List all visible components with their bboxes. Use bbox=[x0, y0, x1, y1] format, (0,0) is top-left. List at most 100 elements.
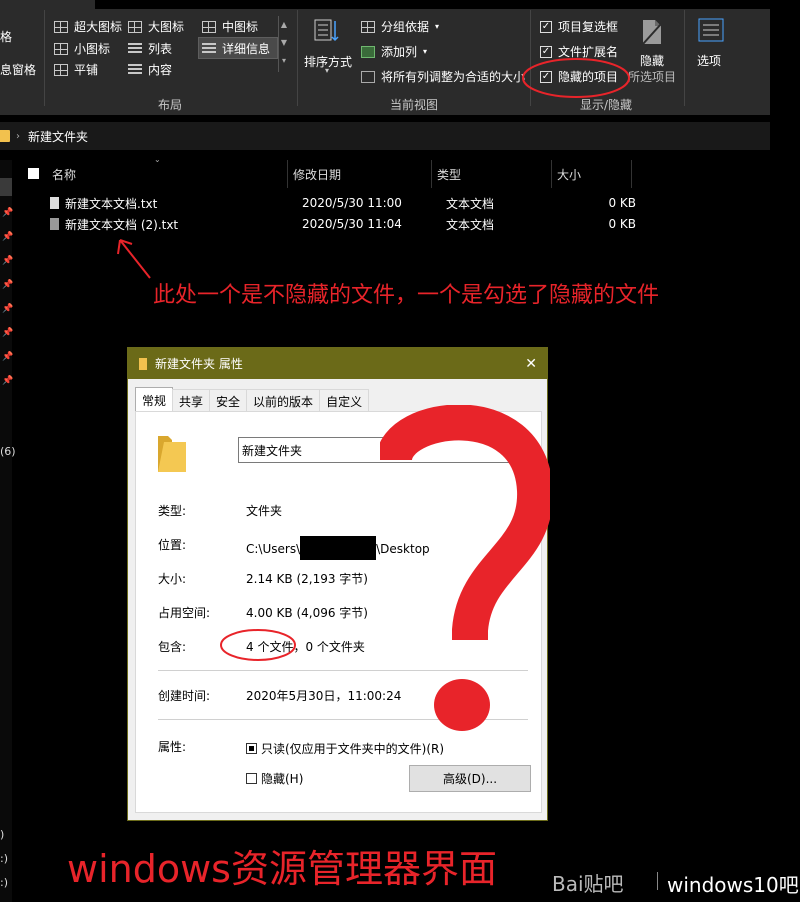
layout-content[interactable]: 内容 bbox=[128, 61, 172, 78]
file-count-highlight-circle bbox=[220, 629, 296, 661]
file-type: 文本文档 bbox=[446, 217, 495, 232]
size-label: 大小: bbox=[158, 572, 187, 586]
column-separator[interactable] bbox=[631, 160, 632, 188]
ribbon-left-partial-2[interactable]: 息窗格 bbox=[0, 61, 36, 78]
hidden-items-highlight-circle bbox=[522, 58, 630, 98]
nav-partial-item[interactable]: ) bbox=[0, 828, 4, 841]
advanced-button[interactable]: 高级(D)... bbox=[409, 765, 531, 792]
nav-partial-item[interactable]: :) bbox=[0, 852, 8, 865]
dialog-title-bar[interactable]: 新建文件夹 属性 ✕ bbox=[128, 348, 547, 379]
file-size: 0 KB bbox=[608, 217, 636, 231]
tab-security[interactable]: 安全 bbox=[209, 389, 248, 412]
column-type[interactable]: 类型 bbox=[437, 160, 461, 188]
redacted-username bbox=[300, 536, 377, 560]
contains-label: 包含: bbox=[158, 640, 187, 654]
address-bar[interactable]: › 新建文件夹 bbox=[0, 122, 770, 150]
sort-indicator-icon: ⌄ bbox=[154, 155, 161, 164]
layout-list[interactable]: 列表 bbox=[128, 40, 172, 57]
small-icons-icon bbox=[54, 42, 68, 55]
readonly-checkbox[interactable]: 只读(仅应用于文件夹中的文件)(R) bbox=[246, 740, 444, 757]
chevron-down-icon: ▾ bbox=[423, 47, 428, 56]
pin-icon: 📌 bbox=[2, 304, 14, 314]
content-icon bbox=[128, 63, 142, 76]
type-label: 类型: bbox=[158, 504, 187, 518]
checkbox-unchecked-icon bbox=[246, 773, 257, 784]
layout-extra-large-icons[interactable]: 超大图标 bbox=[54, 18, 122, 35]
item-checkboxes-toggle[interactable]: ✓ 项目复选框 bbox=[540, 18, 618, 35]
ribbon-divider bbox=[297, 10, 298, 106]
file-row[interactable]: 新建文本文档.txt 2020/5/30 11:00 文本文档 0 KB bbox=[50, 193, 640, 213]
chevron-down-icon: ▾ bbox=[435, 22, 440, 31]
column-modified[interactable]: 修改日期 bbox=[293, 160, 341, 188]
fit-columns-icon bbox=[361, 70, 375, 83]
ribbon-left-partial-1[interactable]: 格 bbox=[0, 28, 12, 45]
size-on-disk-value: 4.00 KB (4,096 字节) bbox=[246, 606, 368, 620]
hide-selected-label-1[interactable]: 隐藏 bbox=[640, 52, 664, 69]
annotation-arrow bbox=[117, 239, 151, 279]
text-file-icon bbox=[50, 218, 59, 230]
file-name: 新建文本文档.txt bbox=[65, 196, 158, 211]
hide-selected-icon[interactable] bbox=[641, 18, 663, 46]
large-icons-icon bbox=[128, 20, 142, 33]
column-separator[interactable] bbox=[287, 160, 288, 188]
layout-group-label: 布局 bbox=[158, 98, 183, 112]
pin-icon: 📌 bbox=[2, 280, 14, 290]
size-value: 2.14 KB (2,193 字节) bbox=[246, 572, 368, 586]
add-column-button[interactable]: 添加列 ▾ bbox=[361, 43, 427, 60]
watermark-divider bbox=[657, 872, 658, 890]
column-separator[interactable] bbox=[431, 160, 432, 188]
layout-large-icons[interactable]: 大图标 bbox=[128, 18, 184, 35]
hidden-checkbox[interactable]: 隐藏(H) bbox=[246, 770, 303, 787]
column-size[interactable]: 大小 bbox=[557, 160, 581, 188]
folder-icon bbox=[0, 130, 10, 142]
created-label: 创建时间: bbox=[158, 689, 211, 703]
fit-columns-button[interactable]: 将所有列调整为合适的大小 bbox=[361, 68, 525, 85]
folder-icon bbox=[139, 357, 147, 370]
dialog-tabs: 常规 共享 安全 以前的版本 自定义 bbox=[135, 387, 370, 412]
select-all-checkbox[interactable] bbox=[28, 168, 39, 179]
location-label: 位置: bbox=[158, 538, 187, 552]
baidu-tieba-logo: Bai贴吧 bbox=[552, 872, 624, 896]
sort-dropdown-arrow: ▾ bbox=[325, 66, 330, 75]
pin-icon: 📌 bbox=[2, 328, 14, 338]
extra-large-icons-icon bbox=[54, 20, 68, 33]
add-column-icon bbox=[361, 45, 375, 58]
file-row[interactable]: 新建文本文档 (2).txt 2020/5/30 11:04 文本文档 0 KB bbox=[50, 214, 640, 234]
sort-icon[interactable] bbox=[314, 18, 340, 44]
tiles-icon bbox=[54, 63, 68, 76]
tab-sharing[interactable]: 共享 bbox=[172, 389, 211, 412]
layout-details[interactable]: 详细信息 bbox=[202, 40, 270, 57]
group-by-button[interactable]: 分组依据 ▾ bbox=[361, 18, 439, 35]
file-name: 新建文本文档 (2).txt bbox=[65, 217, 179, 232]
pin-icon: 📌 bbox=[2, 352, 14, 362]
column-separator[interactable] bbox=[551, 160, 552, 188]
navigation-pane bbox=[0, 160, 12, 902]
options-icon[interactable] bbox=[698, 18, 724, 42]
tab-previous-versions[interactable]: 以前的版本 bbox=[246, 389, 321, 412]
pin-icon: 📌 bbox=[2, 376, 14, 386]
options-button[interactable]: 选项 bbox=[697, 52, 721, 69]
pin-icon: 📌 bbox=[2, 208, 14, 218]
layout-scroll-arrows[interactable]: ▲ ▼ ▾ bbox=[278, 16, 289, 72]
dialog-title: 新建文件夹 属性 bbox=[155, 357, 243, 371]
annotation-top-text: 此处一个是不隐藏的文件，一个是勾选了隐藏的文件 bbox=[153, 283, 660, 308]
hide-selected-label-2[interactable]: 所选项目 bbox=[628, 68, 676, 85]
column-name[interactable]: 名称 bbox=[52, 160, 76, 188]
layout-medium-icons[interactable]: 中图标 bbox=[202, 18, 258, 35]
tab-general[interactable]: 常规 bbox=[135, 387, 174, 412]
created-value: 2020年5月30日，11:00:24 bbox=[246, 689, 402, 703]
pin-icon: 📌 bbox=[2, 232, 14, 242]
nav-partial-item[interactable]: :) bbox=[0, 876, 8, 889]
current-view-group-label: 当前视图 bbox=[390, 98, 439, 112]
close-icon[interactable]: ✕ bbox=[525, 356, 537, 372]
tab-customize[interactable]: 自定义 bbox=[319, 389, 370, 412]
details-icon bbox=[202, 42, 216, 55]
file-modified: 2020/5/30 11:00 bbox=[302, 196, 402, 210]
layout-tiles[interactable]: 平铺 bbox=[54, 61, 98, 78]
breadcrumb-current-folder[interactable]: 新建文件夹 bbox=[28, 128, 88, 145]
checkbox-checked-icon: ✓ bbox=[540, 20, 552, 33]
nav-partial-item[interactable]: (6) bbox=[0, 445, 16, 458]
layout-small-icons[interactable]: 小图标 bbox=[54, 40, 110, 57]
forum-name: windows10吧 bbox=[667, 873, 799, 897]
nav-selected-item[interactable] bbox=[0, 178, 12, 196]
